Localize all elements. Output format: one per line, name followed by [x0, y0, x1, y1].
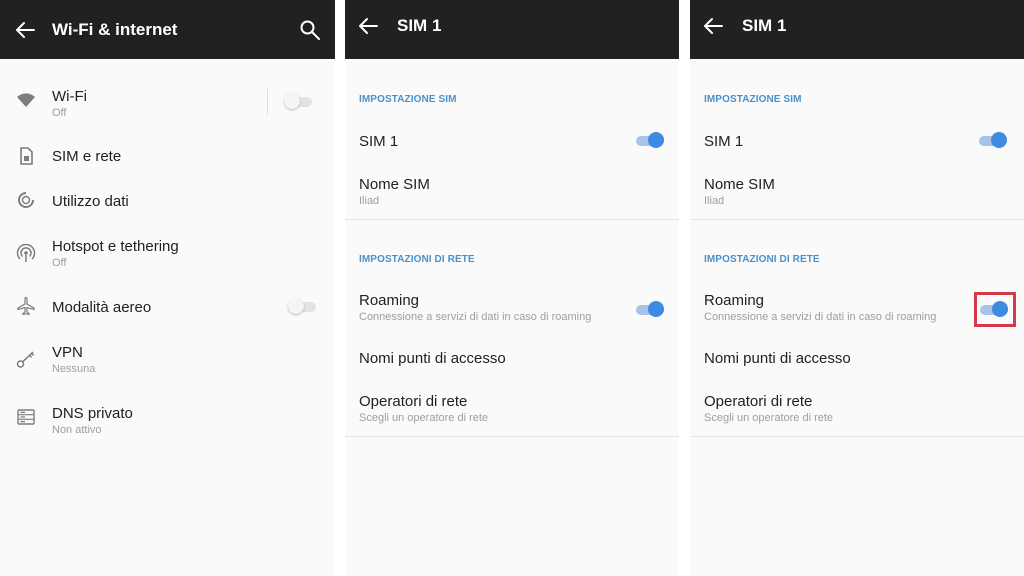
airplane-mode-label: Modalità aereo [52, 299, 152, 316]
sim-toggle[interactable] [979, 131, 1007, 151]
apn-label: Nomi punti di accesso [704, 350, 851, 367]
vpn-label: VPN [52, 344, 83, 361]
roaming-label: Roaming [704, 292, 765, 309]
wifi-toggle[interactable] [284, 92, 312, 112]
sim-toggle-row[interactable]: SIM 1 [345, 124, 679, 160]
roaming-toggle[interactable] [636, 300, 664, 320]
sim-settings-screen: SIM 1 IMPOSTAZIONE SIM SIM 1 Nome SIM Il… [345, 0, 679, 576]
apn-label: Nomi punti di accesso [359, 350, 506, 367]
sim-name-row[interactable]: Nome SIM Iliad [345, 170, 679, 214]
vpn-status: Nessuna [52, 363, 96, 375]
sim-section-header: IMPOSTAZIONE SIM [704, 94, 802, 105]
back-arrow-icon[interactable] [702, 16, 724, 36]
data-usage-icon [18, 191, 35, 208]
roaming-description: Connessione a servizi di dati in caso di… [359, 311, 592, 323]
divider [345, 219, 679, 220]
roaming-label: Roaming [359, 292, 420, 309]
page-title: SIM 1 [397, 16, 442, 35]
roaming-toggle-highlight [974, 292, 1016, 327]
sim-name-row[interactable]: Nome SIM Iliad [690, 170, 1024, 214]
roaming-description: Connessione a servizi di dati in caso di… [704, 311, 937, 323]
wifi-internet-screen: Wi-Fi & internet Wi-Fi Off SIM e rete Ut… [0, 0, 335, 576]
hotspot-status: Off [52, 257, 67, 269]
roaming-row[interactable]: Roaming Connessione a servizi di dati in… [345, 285, 679, 329]
sim-section-header: IMPOSTAZIONE SIM [359, 94, 457, 105]
list-item-sim-e-rete[interactable]: SIM e rete [0, 136, 335, 176]
dns-privato-status: Non attivo [52, 424, 102, 436]
list-item-hotspot[interactable]: Hotspot e tethering Off [0, 230, 335, 274]
app-bar: Wi-Fi & internet [0, 0, 335, 59]
network-operators-row[interactable]: Operatori di rete Scegli un operatore di… [345, 386, 679, 430]
network-operators-label: Operatori di rete [704, 393, 813, 410]
apn-row[interactable]: Nomi punti di accesso [345, 341, 679, 375]
utilizzo-dati-label: Utilizzo dati [52, 193, 129, 210]
wifi-status: Off [52, 107, 67, 119]
network-operators-description: Scegli un operatore di rete [359, 412, 489, 424]
sim-toggle-label: SIM 1 [359, 133, 399, 150]
network-section-header: IMPOSTAZIONI DI RETE [704, 254, 820, 265]
dns-privato-label: DNS privato [52, 405, 133, 422]
sim-toggle-label: SIM 1 [704, 133, 744, 150]
sim-e-rete-label: SIM e rete [52, 148, 122, 165]
hotspot-label: Hotspot e tethering [52, 238, 179, 255]
network-operators-row[interactable]: Operatori di rete Scegli un operatore di… [690, 386, 1024, 430]
list-item-airplane-mode[interactable]: Modalità aereo [0, 288, 335, 328]
page-title: SIM 1 [742, 16, 787, 35]
wifi-icon [17, 93, 35, 107]
sim-toggle[interactable] [636, 131, 664, 151]
network-operators-description: Scegli un operatore di rete [704, 412, 834, 424]
network-section-header: IMPOSTAZIONI DI RETE [359, 254, 475, 265]
sim-card-icon [20, 147, 33, 165]
list-item-dns-privato[interactable]: DNS privato Non attivo [0, 397, 335, 441]
airplane-icon [17, 296, 35, 316]
list-item-utilizzo-dati[interactable]: Utilizzo dati [0, 182, 335, 222]
divider [690, 436, 1024, 437]
apn-row[interactable]: Nomi punti di accesso [690, 341, 1024, 375]
sim-name-label: Nome SIM [359, 176, 430, 193]
dns-icon [17, 409, 35, 425]
page-title: Wi-Fi & internet [52, 20, 178, 39]
sim-toggle-row[interactable]: SIM 1 [690, 124, 1024, 160]
airplane-mode-toggle[interactable] [288, 297, 316, 317]
hotspot-icon [16, 244, 36, 262]
divider [690, 219, 1024, 220]
search-icon[interactable] [299, 19, 321, 41]
sim-settings-screen-highlighted: SIM 1 IMPOSTAZIONE SIM SIM 1 Nome SIM Il… [690, 0, 1024, 576]
sim-name-value: Iliad [704, 195, 725, 207]
app-bar: SIM 1 [345, 0, 679, 59]
vpn-key-icon [16, 351, 35, 368]
back-arrow-icon[interactable] [14, 20, 36, 40]
list-item-vpn[interactable]: VPN Nessuna [0, 337, 335, 381]
list-item-wifi[interactable]: Wi-Fi Off [0, 80, 335, 124]
wifi-label: Wi-Fi [52, 88, 87, 105]
sim-name-value: Iliad [359, 195, 380, 207]
divider [345, 436, 679, 437]
roaming-row[interactable]: Roaming Connessione a servizi di dati in… [690, 285, 1024, 329]
sim-name-label: Nome SIM [704, 176, 775, 193]
back-arrow-icon[interactable] [357, 16, 379, 36]
app-bar: SIM 1 [690, 0, 1024, 59]
network-operators-label: Operatori di rete [359, 393, 468, 410]
divider [267, 89, 268, 115]
